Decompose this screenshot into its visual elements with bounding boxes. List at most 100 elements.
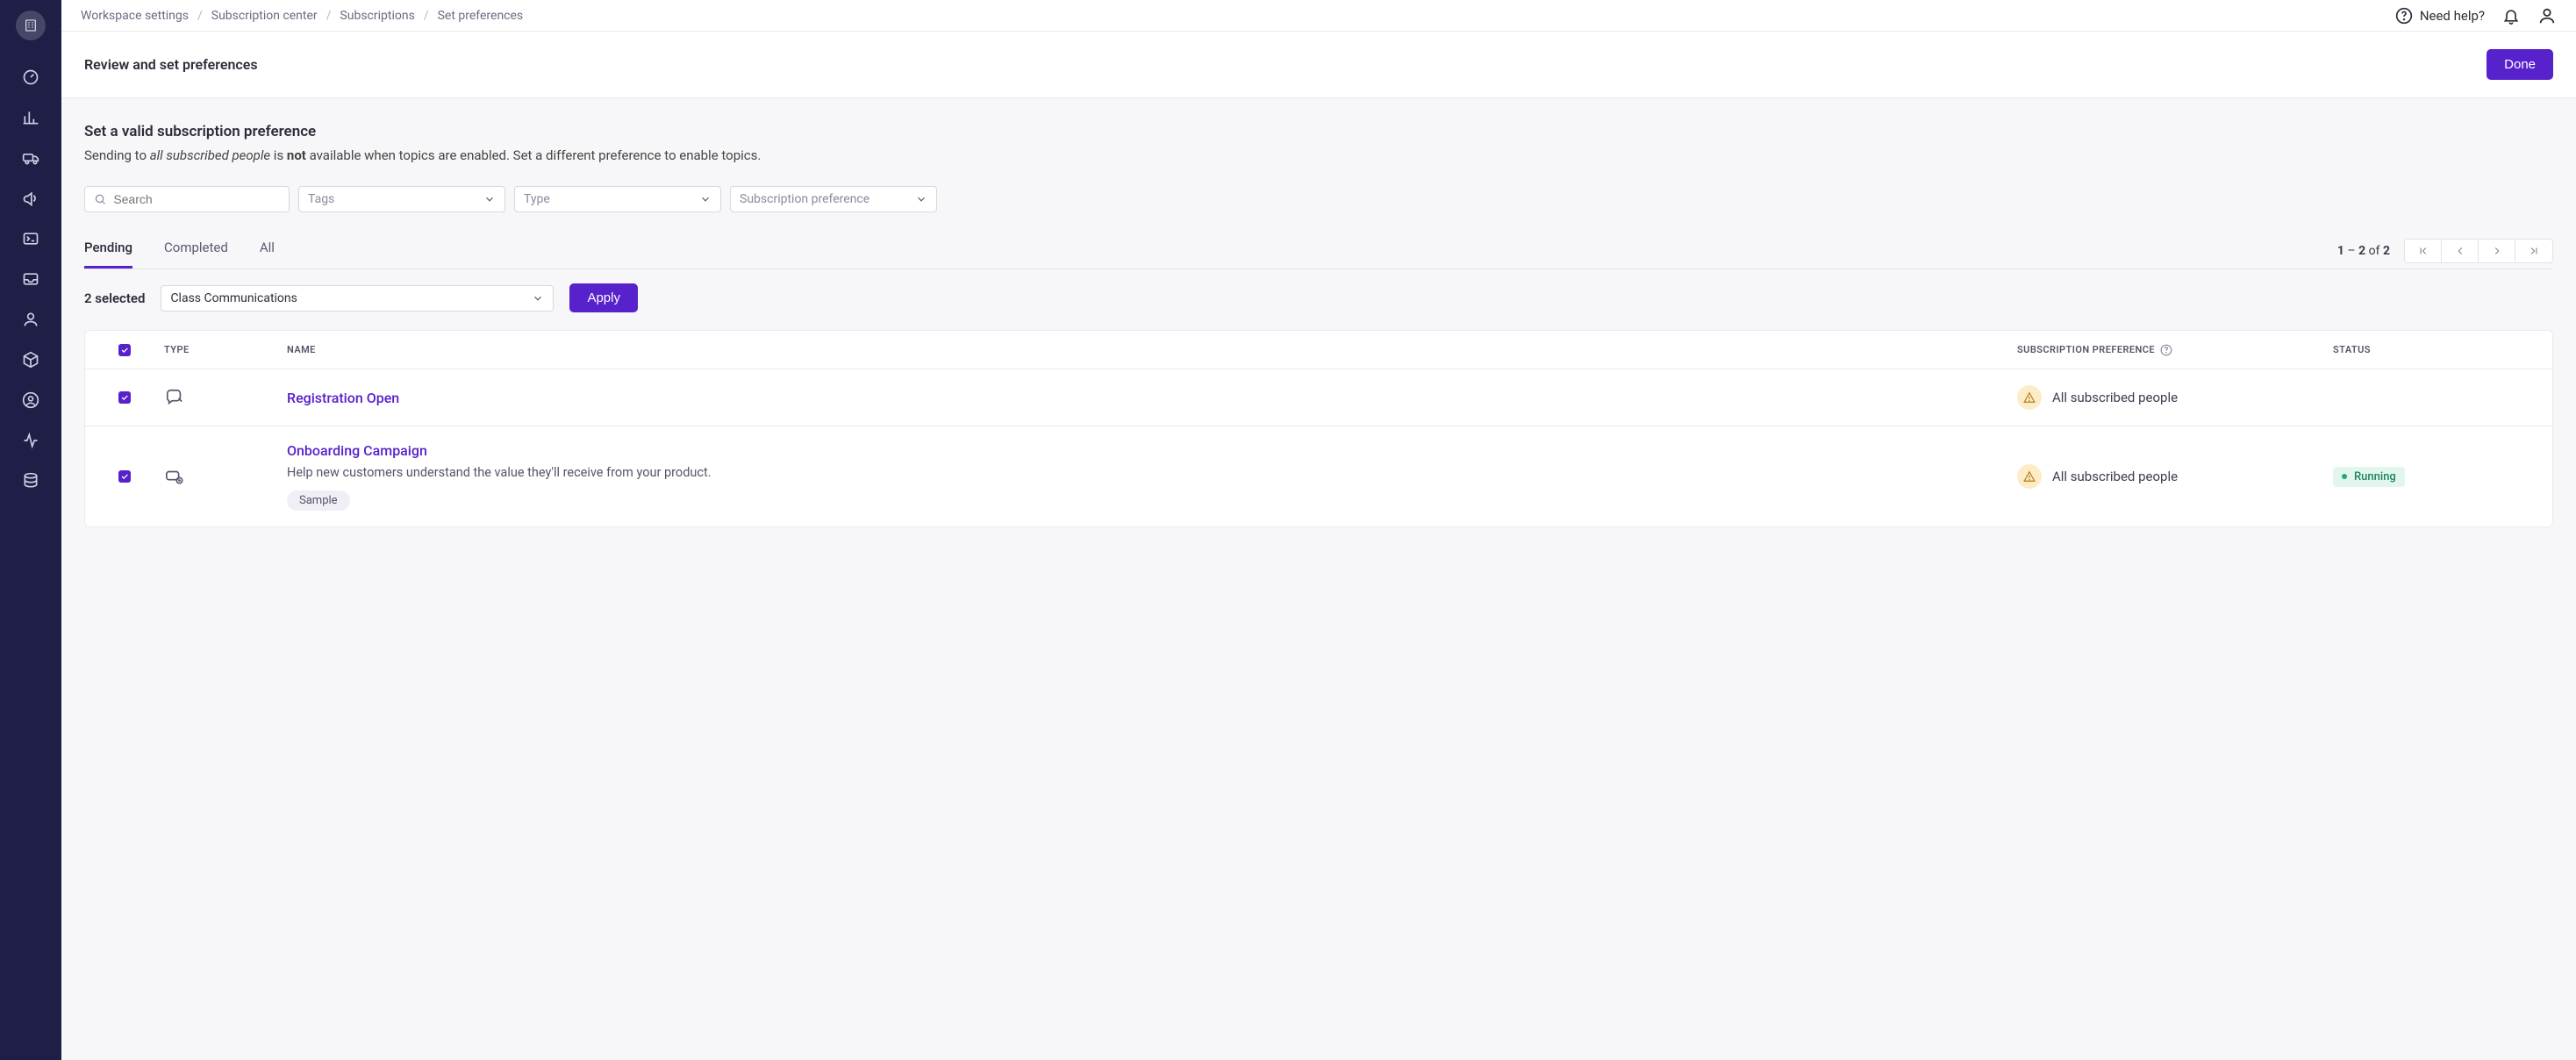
subheader: Review and set preferences Done bbox=[61, 32, 2576, 98]
table-header: TYPE NAME SUBSCRIPTION PREFERENCE STATUS bbox=[85, 331, 2552, 369]
page-prev-button[interactable] bbox=[2442, 240, 2479, 262]
search-input-wrapper[interactable] bbox=[84, 186, 290, 212]
tabs-row: Pending Completed All 1 – 2 of 2 bbox=[84, 239, 2553, 269]
sidebar-item-people[interactable] bbox=[16, 309, 46, 330]
banner-text-mid: is bbox=[270, 147, 287, 163]
breadcrumb-link[interactable]: Subscriptions bbox=[340, 9, 414, 23]
tab-all[interactable]: All bbox=[260, 240, 275, 269]
breadcrumb-current: Set preferences bbox=[438, 9, 524, 23]
bulk-preference-select[interactable]: Class Communications bbox=[161, 285, 554, 312]
sidebar-item-broadcasts[interactable] bbox=[16, 188, 46, 209]
sidebar-item-dashboard[interactable] bbox=[16, 67, 46, 88]
campaign-table: TYPE NAME SUBSCRIPTION PREFERENCE STATUS bbox=[84, 330, 2553, 527]
help-circle-icon[interactable] bbox=[2160, 344, 2172, 356]
apply-button[interactable]: Apply bbox=[569, 283, 638, 312]
page-next-button[interactable] bbox=[2479, 240, 2515, 262]
account-button[interactable] bbox=[2537, 6, 2557, 25]
banner-text: Sending to all subscribed people is not … bbox=[84, 147, 2553, 163]
terminal-icon bbox=[22, 230, 39, 247]
sidebar-item-content[interactable] bbox=[16, 349, 46, 370]
breadcrumb-sep: / bbox=[197, 9, 203, 23]
tabs: Pending Completed All bbox=[84, 240, 275, 269]
sidebar-item-data[interactable] bbox=[16, 470, 46, 491]
type-filter[interactable]: Type bbox=[514, 186, 721, 212]
page-of-label: of bbox=[2369, 244, 2380, 258]
type-filter-label: Type bbox=[524, 192, 550, 206]
row-checkbox[interactable] bbox=[118, 470, 131, 483]
sidebar-item-analytics[interactable] bbox=[16, 107, 46, 128]
table-row: Onboarding Campaign Help new customers u… bbox=[85, 426, 2552, 526]
check-icon bbox=[120, 393, 129, 402]
org-avatar[interactable] bbox=[16, 11, 46, 40]
cube-icon bbox=[22, 351, 39, 369]
select-all-header bbox=[85, 344, 164, 356]
bulk-action-row: 2 selected Class Communications Apply bbox=[84, 283, 2553, 312]
tags-filter-label: Tags bbox=[308, 192, 334, 206]
chevron-left-icon bbox=[2454, 245, 2466, 257]
row-preference-text: All subscribed people bbox=[2052, 469, 2178, 484]
need-help-label: Need help? bbox=[2420, 8, 2485, 24]
row-checkbox[interactable] bbox=[118, 391, 131, 404]
topbar: Workspace settings / Subscription center… bbox=[61, 0, 2576, 32]
sidebar-item-deliveries[interactable] bbox=[16, 269, 46, 290]
bulk-preference-value: Class Communications bbox=[170, 291, 297, 305]
truck-icon bbox=[22, 149, 39, 167]
subscription-preference-filter[interactable]: Subscription preference bbox=[730, 186, 937, 212]
subscription-preference-filter-label: Subscription preference bbox=[740, 192, 869, 206]
campaign-tag-chip: Sample bbox=[287, 491, 350, 511]
chevrons-first-icon bbox=[2417, 245, 2429, 257]
type-header: TYPE bbox=[164, 344, 287, 355]
warning-badge bbox=[2017, 385, 2042, 410]
sidebar-item-transactional[interactable] bbox=[16, 228, 46, 249]
notifications-button[interactable] bbox=[2502, 7, 2520, 25]
name-header: NAME bbox=[287, 344, 2017, 355]
person-icon bbox=[22, 311, 39, 328]
banner-text-suffix: available when topics are enabled. Set a… bbox=[306, 147, 761, 163]
need-help-link[interactable]: Need help? bbox=[2395, 7, 2485, 25]
page-first-button[interactable] bbox=[2405, 240, 2442, 262]
sidebar-item-activity[interactable] bbox=[16, 430, 46, 451]
chevron-down-icon bbox=[532, 292, 544, 304]
done-button[interactable]: Done bbox=[2487, 49, 2553, 80]
banner-title: Set a valid subscription preference bbox=[84, 123, 2553, 140]
page-start: 1 bbox=[2337, 244, 2344, 258]
tags-filter[interactable]: Tags bbox=[298, 186, 505, 212]
tab-pending[interactable]: Pending bbox=[84, 240, 132, 269]
banner-text-em: all subscribed people bbox=[150, 147, 270, 163]
sidebar-item-journeys[interactable] bbox=[16, 147, 46, 168]
app-sidebar bbox=[0, 0, 61, 1060]
table-row: Registration Open All subscribed people bbox=[85, 369, 2552, 426]
chevrons-last-icon bbox=[2528, 245, 2540, 257]
tab-completed[interactable]: Completed bbox=[164, 240, 228, 269]
person-circle-icon bbox=[22, 391, 39, 409]
campaign-type-icon bbox=[164, 467, 185, 486]
pref-header-label: SUBSCRIPTION PREFERENCE bbox=[2017, 344, 2155, 355]
search-input[interactable] bbox=[113, 192, 280, 206]
page-last-button[interactable] bbox=[2515, 240, 2552, 262]
filter-row: Tags Type Subscription preference bbox=[84, 186, 2553, 212]
banner-text-strong: not bbox=[287, 147, 306, 163]
warning-icon bbox=[2023, 391, 2036, 404]
chevron-down-icon bbox=[483, 193, 496, 205]
status-header: STATUS bbox=[2333, 344, 2552, 355]
row-status: Running bbox=[2333, 467, 2552, 487]
sidebar-item-segments[interactable] bbox=[16, 390, 46, 411]
inbox-icon bbox=[22, 270, 39, 288]
banner-text-prefix: Sending to bbox=[84, 147, 150, 163]
select-all-checkbox[interactable] bbox=[118, 344, 131, 356]
warning-icon bbox=[2023, 470, 2036, 483]
breadcrumb-sep: / bbox=[326, 9, 332, 23]
topbar-right: Need help? bbox=[2395, 6, 2557, 25]
page-info: 1 – 2 of 2 bbox=[2337, 244, 2390, 258]
row-preference-text: All subscribed people bbox=[2052, 390, 2178, 405]
breadcrumb-link[interactable]: Subscription center bbox=[211, 9, 318, 23]
building-icon bbox=[24, 18, 38, 32]
activity-icon bbox=[22, 432, 39, 449]
page-total: 2 bbox=[2383, 244, 2390, 258]
campaign-name-link[interactable]: Registration Open bbox=[287, 390, 399, 406]
pref-header: SUBSCRIPTION PREFERENCE bbox=[2017, 344, 2333, 356]
campaign-name-link[interactable]: Onboarding Campaign bbox=[287, 442, 427, 459]
breadcrumb-link[interactable]: Workspace settings bbox=[81, 9, 189, 23]
search-icon bbox=[94, 192, 106, 206]
breadcrumb-sep: / bbox=[424, 9, 429, 23]
